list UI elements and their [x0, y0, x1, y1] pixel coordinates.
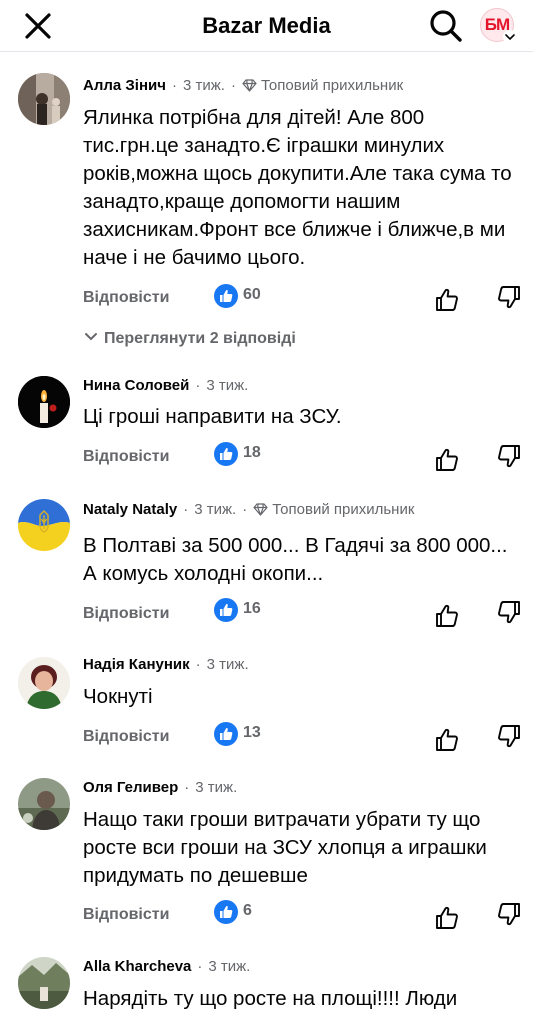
comment-time[interactable]: 3 тиж. [195, 779, 237, 796]
top-bar: Bazar Media БМ [0, 0, 533, 52]
comment-author[interactable]: Надія Кануник [83, 656, 190, 673]
like-button[interactable] [434, 905, 460, 931]
chevron-down-icon [84, 329, 98, 347]
comment-author[interactable]: Алла Зінич [83, 77, 166, 94]
thumb-up-icon [436, 288, 458, 311]
like-count: 60 [243, 286, 261, 303]
dislike-button[interactable] [496, 443, 522, 469]
avatar[interactable] [18, 73, 70, 125]
thumb-up-icon [436, 728, 458, 751]
like-count: 13 [243, 724, 261, 741]
thumb-down-icon [498, 445, 520, 468]
like-icon [214, 598, 238, 622]
comment-meta: Нина Соловей · 3 тиж. [83, 377, 249, 394]
comment-meta: Alla Kharcheva · 3 тиж. [83, 958, 251, 975]
reply-button[interactable]: Відповісти [83, 605, 169, 623]
comment-time[interactable]: 3 тиж. [206, 377, 248, 394]
like-button[interactable] [434, 287, 460, 313]
top-fan-badge: Топовий прихильник [260, 77, 404, 94]
page-avatar-button[interactable]: БМ [480, 8, 517, 44]
comment-meta: Алла Зінич · 3 тиж. · Топовий прихильник [83, 77, 404, 96]
like-count: 6 [243, 902, 252, 919]
comment-time[interactable]: 3 тиж. [183, 77, 225, 94]
reply-button[interactable]: Відповісти [83, 728, 169, 746]
like-button[interactable] [434, 603, 460, 629]
like-count: 16 [243, 600, 261, 617]
comment-text: В Полтаві за 500 000... В Гадячі за 800 … [83, 534, 508, 585]
thumb-down-icon [498, 286, 520, 309]
thumb-up-icon [436, 448, 458, 471]
thumb-down-icon [498, 601, 520, 624]
like-button[interactable] [434, 447, 460, 473]
like-icon [214, 442, 238, 466]
comment-meta: Надія Кануник · 3 тиж. [83, 656, 249, 673]
comment-text: Нарядіть ту що росте на площі!!!! Люди [83, 987, 458, 1010]
like-count: 18 [243, 444, 261, 461]
comment-time[interactable]: 3 тиж. [194, 501, 236, 518]
avatar[interactable] [18, 657, 70, 709]
comment-text: Ці гроші направити на ЗСУ. [83, 405, 342, 428]
like-icon [214, 284, 238, 308]
thumb-up-icon [436, 906, 458, 929]
search-icon [430, 10, 462, 42]
thumb-down-icon [498, 903, 520, 926]
view-replies-label: Переглянути 2 відповіді [104, 330, 296, 347]
like-button[interactable] [434, 727, 460, 753]
view-replies-link[interactable]: Переглянути 2 відповіді [84, 329, 296, 348]
like-icon [214, 722, 238, 746]
comment-author[interactable]: Оля Геливер [83, 779, 178, 796]
comment-time[interactable]: 3 тиж. [208, 958, 250, 975]
reply-button[interactable]: Відповісти [83, 448, 169, 466]
dislike-button[interactable] [496, 599, 522, 625]
thumb-up-icon [436, 604, 458, 627]
avatar[interactable] [18, 957, 70, 1009]
comment-meta: Nataly Nataly · 3 тиж. · Топовий прихильник [83, 501, 415, 520]
comment-text: Чокнуті [83, 685, 153, 708]
avatar[interactable] [18, 376, 70, 428]
comment-author[interactable]: Nataly Nataly [83, 501, 177, 518]
comment-text: Ялинка потрібна для дітей! Але 800 тис.г… [83, 106, 512, 269]
search-button[interactable] [428, 8, 464, 44]
reply-button[interactable]: Відповісти [83, 906, 169, 924]
diamond-badge-icon [242, 79, 257, 96]
dislike-button[interactable] [496, 901, 522, 927]
comment-text: Нащо таки гроши витрачати убрати ту що р… [83, 808, 487, 887]
dislike-button[interactable] [496, 284, 522, 310]
chevron-down-icon [503, 30, 517, 44]
thumb-down-icon [498, 725, 520, 748]
comment-author[interactable]: Alla Kharcheva [83, 958, 191, 975]
top-fan-badge: Топовий прихильник [272, 501, 415, 518]
avatar[interactable] [18, 499, 70, 551]
avatar[interactable] [18, 778, 70, 830]
reply-button[interactable]: Відповісти [83, 289, 169, 307]
dislike-button[interactable] [496, 723, 522, 749]
comment-time[interactable]: 3 тиж. [207, 656, 249, 673]
comment-meta: Оля Геливер · 3 тиж. [83, 779, 238, 796]
like-icon [214, 900, 238, 924]
comment-author[interactable]: Нина Соловей [83, 377, 189, 394]
diamond-badge-icon [253, 503, 268, 520]
